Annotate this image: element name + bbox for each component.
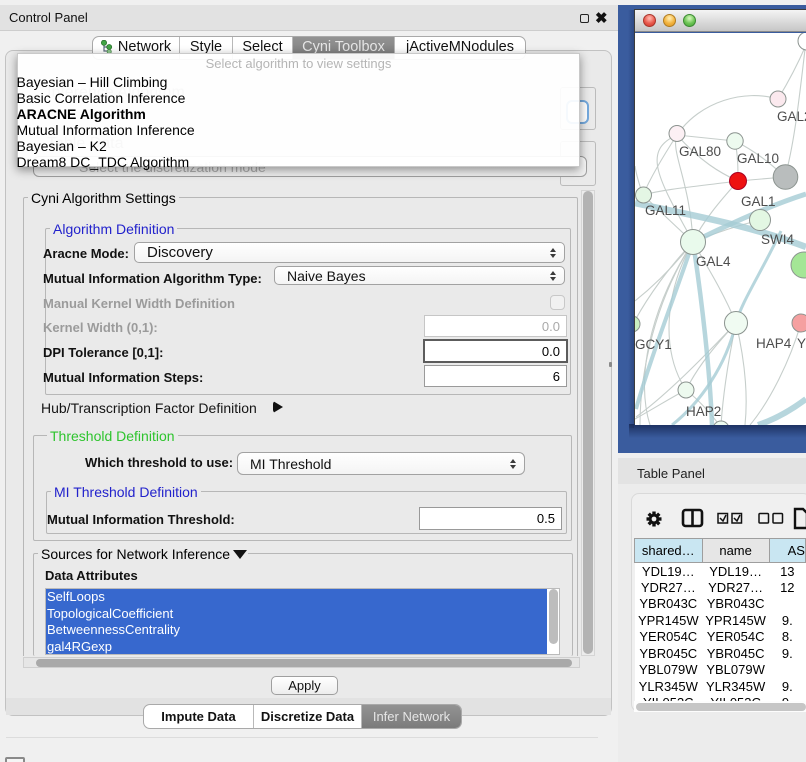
svg-text:GAL10: GAL10 (737, 151, 779, 166)
svg-text:YM: YM (797, 336, 806, 351)
svg-text:GAL2: GAL2 (777, 109, 806, 124)
svg-text:SWI4: SWI4 (761, 232, 794, 247)
svg-text:GCY1: GCY1 (635, 337, 672, 352)
svg-text:GAL4: GAL4 (696, 254, 731, 269)
svg-text:GAL1: GAL1 (741, 194, 776, 209)
svg-text:HAP2: HAP2 (686, 404, 721, 419)
svg-text:GAL80: GAL80 (679, 144, 721, 159)
svg-text:GAL11: GAL11 (645, 203, 686, 218)
svg-text:HAP4: HAP4 (756, 336, 792, 351)
